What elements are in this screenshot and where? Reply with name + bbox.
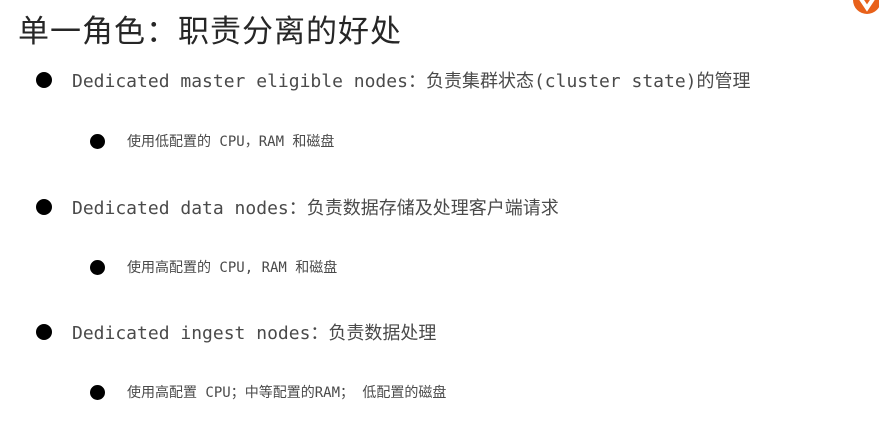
bullet-dot	[36, 72, 52, 88]
sub-bullet-text: 使用高配置的 CPU, RAM 和磁盘	[127, 260, 338, 276]
bullet-dot	[90, 133, 105, 149]
sub-bullet-item: 使用高配置 CPU；中等配置的RAM； 低配置的磁盘	[90, 382, 446, 402]
sub-bullet-item: 使用低配置的 CPU，RAM 和磁盘	[90, 131, 334, 151]
bullet-text: Dedicated data nodes：负责数据存储及处理客户端请求	[72, 198, 559, 219]
sub-bullet-item: 使用高配置的 CPU, RAM 和磁盘	[90, 257, 337, 277]
bullet-dot	[36, 199, 52, 215]
brand-logo-icon	[847, 0, 879, 22]
bullet-item: Dedicated ingest nodes：负责数据处理	[36, 319, 436, 345]
bullet-dot	[36, 324, 52, 340]
bullet-dot	[90, 384, 105, 400]
bullet-item: Dedicated master eligible nodes：负责集群状态(c…	[36, 67, 751, 93]
bullet-item: Dedicated data nodes：负责数据存储及处理客户端请求	[36, 194, 559, 220]
sub-bullet-text: 使用低配置的 CPU，RAM 和磁盘	[127, 134, 335, 150]
sub-bullet-text: 使用高配置 CPU；中等配置的RAM； 低配置的磁盘	[127, 385, 447, 401]
bullet-text: Dedicated master eligible nodes：负责集群状态(c…	[72, 71, 751, 92]
bullet-text: Dedicated ingest nodes：负责数据处理	[72, 323, 437, 344]
slide-title: 单一角色：职责分离的好处	[18, 14, 402, 50]
bullet-dot	[90, 259, 105, 275]
